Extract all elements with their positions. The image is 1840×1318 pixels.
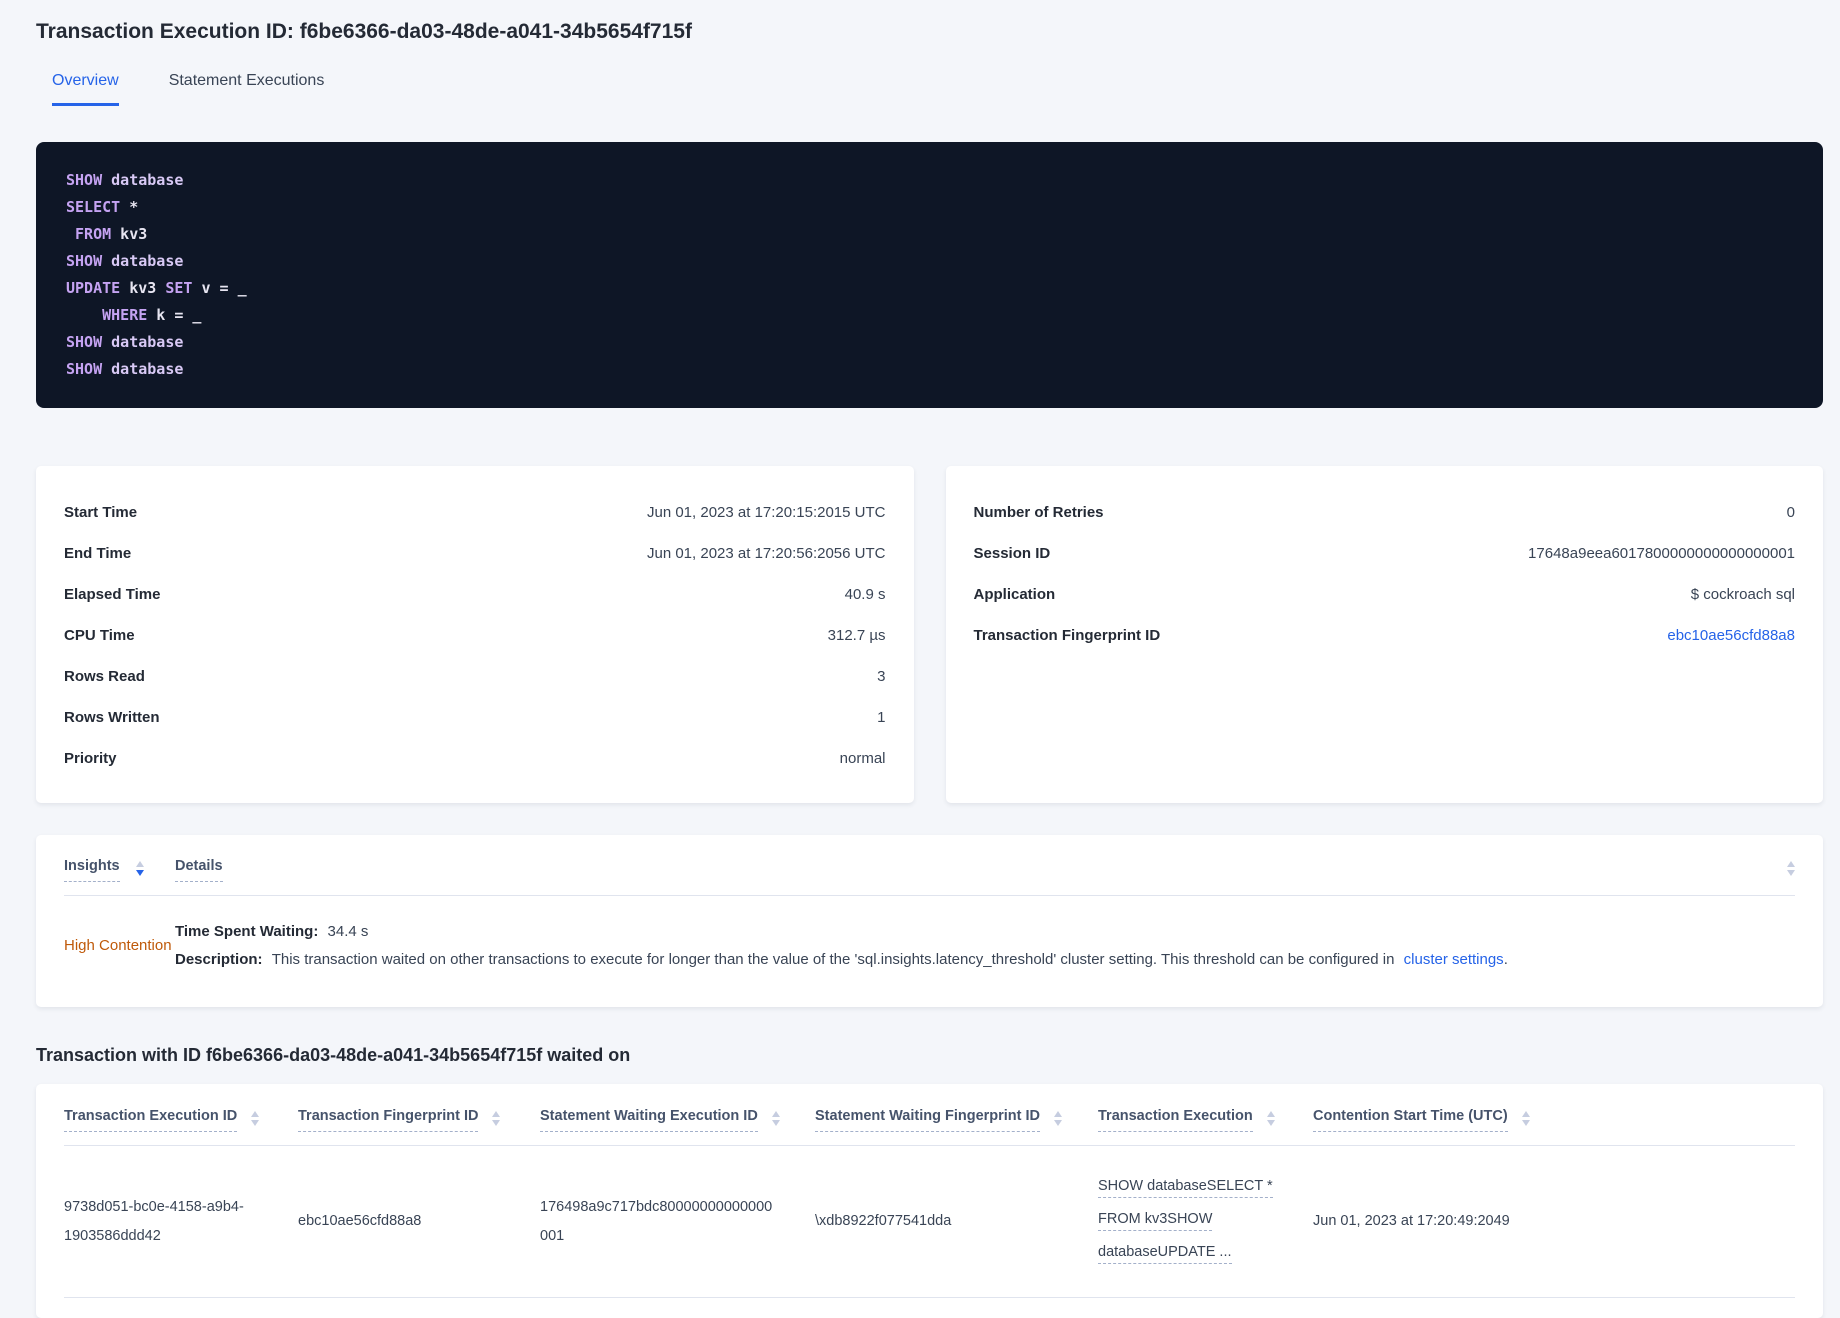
rows-written-value: 1	[877, 709, 886, 726]
execution-summary-card: Start Time Jun 01, 2023 at 17:20:15:2015…	[36, 466, 914, 803]
column-statement-waiting-execution-id: Statement Waiting Execution ID	[540, 1108, 815, 1132]
sort-arrows-icon[interactable]	[1266, 1108, 1275, 1126]
insights-table-header: Insights Details	[64, 835, 1795, 896]
page-title: Transaction Execution ID: f6be6366-da03-…	[36, 20, 692, 43]
sort-arrows-icon[interactable]	[1054, 1108, 1063, 1126]
summary-row-cpu-time: CPU Time 312.7 µs	[64, 615, 886, 656]
transaction-fingerprint-link[interactable]: ebc10ae56cfd88a8	[1667, 627, 1795, 644]
transaction-execution-column-label[interactable]: Transaction Execution	[1098, 1108, 1253, 1132]
time-spent-waiting-value: 34.4 s	[327, 923, 369, 940]
description-suffix: .	[1503, 951, 1508, 968]
rows-read-label: Rows Read	[64, 668, 145, 685]
summary-row-start-time: Start Time Jun 01, 2023 at 17:20:15:2015…	[64, 492, 886, 533]
transaction-fingerprint-label: Transaction Fingerprint ID	[973, 627, 1161, 644]
start-time-value: Jun 01, 2023 at 17:20:15:2015 UTC	[646, 504, 886, 521]
transaction-fingerprint-id-cell: ebc10ae56cfd88a8	[298, 1213, 422, 1229]
statement-waiting-fingerprint-id-cell: \xdb8922f077541dda	[815, 1213, 952, 1229]
summary-row-rows-written: Rows Written 1	[64, 697, 886, 738]
end-time-value: Jun 01, 2023 at 17:20:56:2056 UTC	[646, 545, 886, 562]
transaction-execution-cell[interactable]: SHOW databaseSELECT * FROM kv3SHOW databas…	[1098, 1172, 1313, 1271]
sql-statements: SHOW database SELECT * FROM kv3 SHOW datab…	[36, 142, 1823, 408]
contention-start-time-column-label[interactable]: Contention Start Time (UTC)	[1313, 1108, 1508, 1132]
column-transaction-execution: Transaction Execution	[1098, 1108, 1313, 1132]
waited-on-table-card: Transaction Execution ID Transaction Fin…	[36, 1084, 1823, 1318]
number-of-retries-value: 0	[1786, 504, 1795, 521]
number-of-retries-label: Number of Retries	[973, 504, 1104, 521]
transaction-fingerprint-id-column-label[interactable]: Transaction Fingerprint ID	[298, 1108, 479, 1132]
summary-row-elapsed-time: Elapsed Time 40.9 s	[64, 574, 886, 615]
sort-arrows-icon[interactable]	[1787, 858, 1795, 876]
tab-overview[interactable]: Overview	[52, 72, 119, 106]
summary-row-end-time: End Time Jun 01, 2023 at 17:20:56:2056 U…	[64, 533, 886, 574]
description-text: This transaction waited on other transac…	[271, 951, 1395, 968]
high-contention-badge: High Contention	[64, 937, 172, 954]
statement-waiting-execution-id-cell: 176498a9c717bdc80000000000000001	[540, 1198, 773, 1244]
statement-waiting-fingerprint-id-column-label[interactable]: Statement Waiting Fingerprint ID	[815, 1108, 1041, 1132]
summary-row-retries: Number of Retries 0	[974, 492, 1796, 533]
summary-row-session-id: Session ID 17648a9eea6017800000000000000…	[974, 533, 1796, 574]
column-transaction-execution-id: Transaction Execution ID	[64, 1108, 298, 1132]
sort-arrows-icon[interactable]	[1521, 1108, 1530, 1126]
cpu-time-label: CPU Time	[64, 627, 135, 644]
application-value: $ cockroach sql	[1690, 586, 1795, 603]
sort-arrows-icon[interactable]	[135, 858, 144, 876]
time-spent-waiting-label: Time Spent Waiting:	[175, 923, 319, 940]
sort-arrows-icon[interactable]	[492, 1108, 501, 1126]
description-line: Description: This transaction waited on …	[175, 951, 1795, 968]
insight-details: Time Spent Waiting: 34.4 s Description: …	[175, 923, 1795, 968]
column-contention-start-time: Contention Start Time (UTC)	[1313, 1108, 1795, 1132]
end-time-label: End Time	[64, 545, 132, 562]
start-time-label: Start Time	[64, 504, 138, 521]
summary-row-application: Application $ cockroach sql	[974, 574, 1796, 615]
summary-row-priority: Priority normal	[64, 738, 886, 779]
sort-arrows-icon[interactable]	[771, 1108, 780, 1126]
application-label: Application	[973, 586, 1056, 603]
elapsed-time-label: Elapsed Time	[64, 586, 161, 603]
rows-read-value: 3	[877, 668, 886, 685]
insights-column-header: Insights	[64, 858, 175, 882]
waited-on-heading: Transaction with ID f6be6366-da03-48de-a…	[36, 1045, 631, 1065]
elapsed-time-value: 40.9 s	[844, 586, 886, 603]
insights-table-card: Insights Details High Contention Time Sp…	[36, 835, 1823, 1007]
table-row: 9738d051-bc0e-4158-a9b4-1903586ddd42 ebc…	[64, 1146, 1795, 1298]
summary-row-transaction-fingerprint: Transaction Fingerprint ID ebc10ae56cfd8…	[974, 615, 1796, 656]
transaction-execution-id-column-label[interactable]: Transaction Execution ID	[64, 1108, 238, 1132]
sort-arrows-icon[interactable]	[251, 1108, 260, 1126]
column-transaction-fingerprint-id: Transaction Fingerprint ID	[298, 1108, 540, 1132]
tab-statement-executions[interactable]: Statement Executions	[169, 72, 325, 106]
cpu-time-value: 312.7 µs	[827, 627, 886, 644]
transaction-execution-id-cell: 9738d051-bc0e-4158-a9b4-1903586ddd42	[64, 1198, 244, 1244]
details-column-label[interactable]: Details	[175, 858, 223, 882]
description-label: Description:	[175, 951, 263, 968]
insights-column-label[interactable]: Insights	[64, 858, 120, 882]
rows-written-label: Rows Written	[64, 709, 160, 726]
statement-waiting-execution-id-column-label[interactable]: Statement Waiting Execution ID	[540, 1108, 758, 1132]
summary-cards-row: Start Time Jun 01, 2023 at 17:20:15:2015…	[36, 466, 1823, 803]
session-summary-card: Number of Retries 0 Session ID 17648a9ee…	[945, 466, 1823, 803]
contention-start-time-cell: Jun 01, 2023 at 17:20:49:2049	[1313, 1213, 1510, 1229]
waited-on-table-header: Transaction Execution ID Transaction Fin…	[64, 1084, 1795, 1146]
session-id-value: 17648a9eea6017800000000000000001	[1528, 545, 1795, 562]
insight-row: High Contention Time Spent Waiting: 34.4…	[64, 896, 1795, 1007]
cluster-settings-link[interactable]: cluster settings	[1404, 951, 1504, 968]
priority-label: Priority	[64, 750, 117, 767]
summary-row-rows-read: Rows Read 3	[64, 656, 886, 697]
transaction-details-page: Transaction Execution ID: f6be6366-da03-…	[0, 0, 1840, 1318]
column-statement-waiting-fingerprint-id: Statement Waiting Fingerprint ID	[815, 1108, 1098, 1132]
priority-value: normal	[839, 750, 886, 767]
tab-bar: Overview Statement Executions	[52, 72, 1823, 106]
session-id-label: Session ID	[973, 545, 1051, 562]
time-spent-waiting-line: Time Spent Waiting: 34.4 s	[175, 923, 1795, 940]
